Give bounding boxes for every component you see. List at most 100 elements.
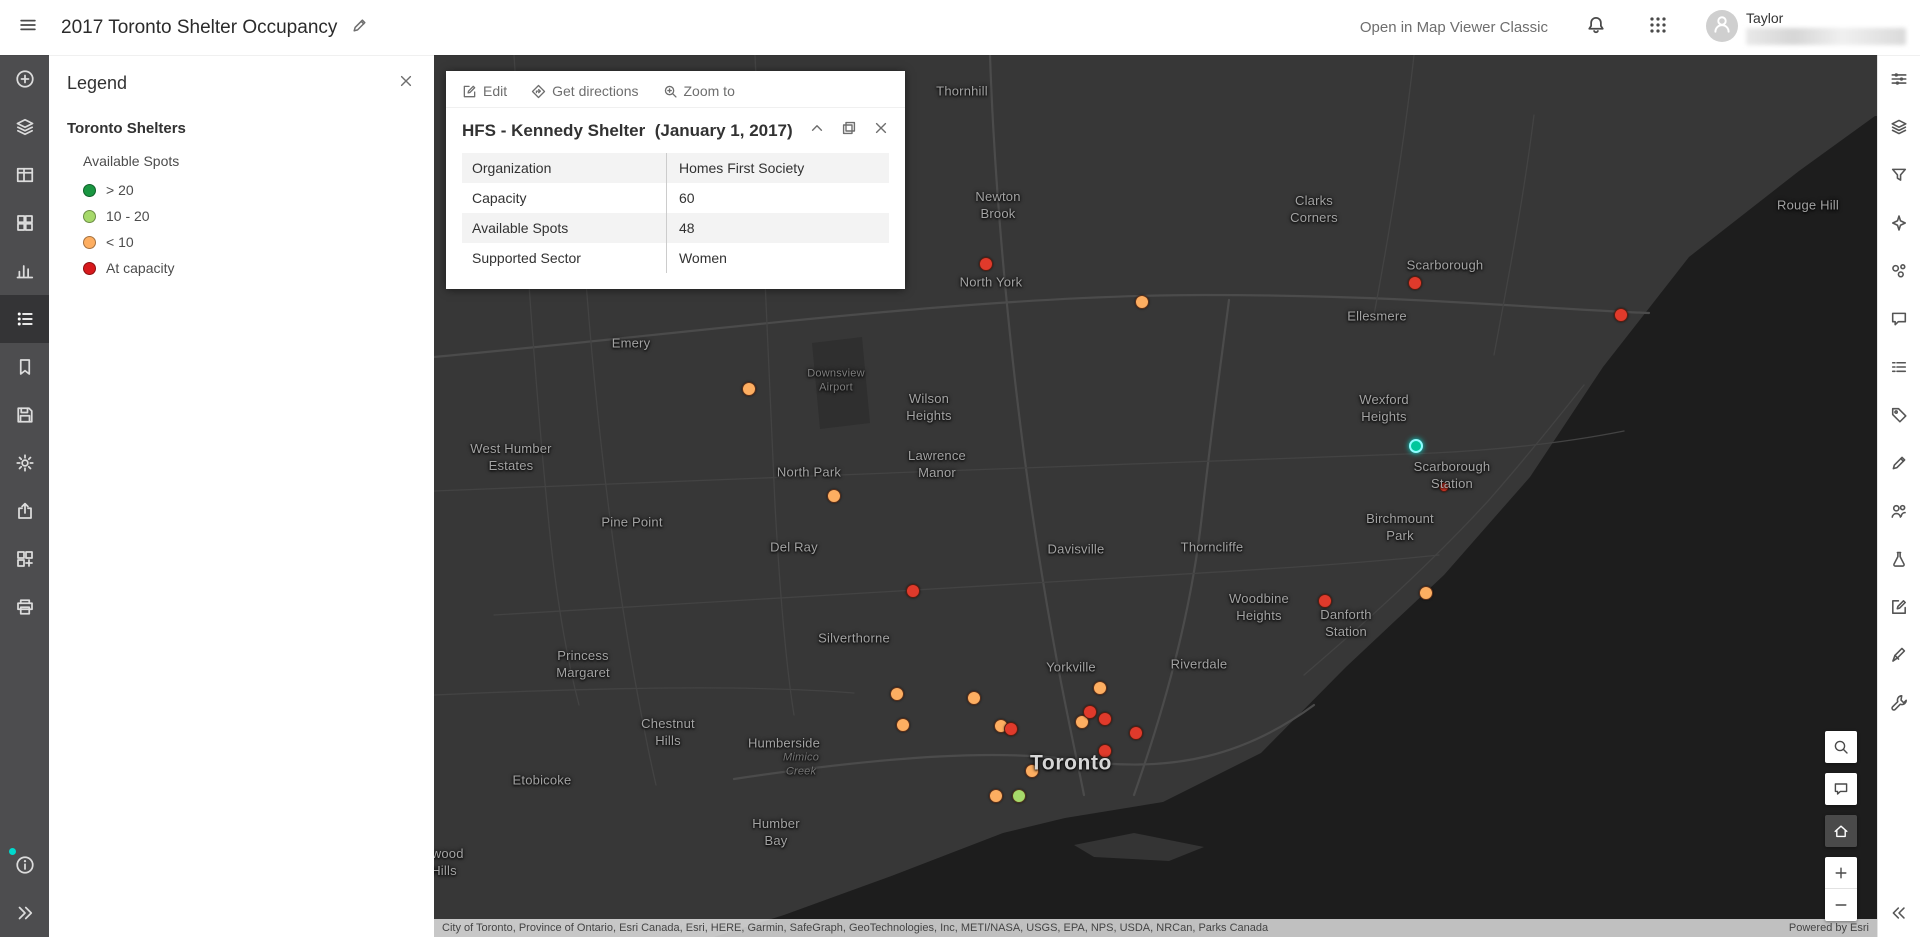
shelter-point-red[interactable]: [906, 584, 920, 598]
sketch-button[interactable]: [1878, 583, 1920, 631]
save-button[interactable]: [0, 391, 49, 439]
close-legend-button[interactable]: [398, 73, 414, 94]
shelter-point-orange[interactable]: [967, 691, 981, 705]
shelter-point-red[interactable]: [1614, 308, 1628, 322]
open-classic-link[interactable]: Open in Map Viewer Classic: [1360, 19, 1548, 36]
edit-button[interactable]: [1878, 439, 1920, 487]
shelter-point-orange[interactable]: [1135, 295, 1149, 309]
shelter-point-selected[interactable]: [1409, 439, 1423, 453]
wrench-icon: [1890, 694, 1908, 712]
layers-button[interactable]: [0, 103, 49, 151]
shelter-point-orange[interactable]: [827, 489, 841, 503]
edit-box-icon: [1890, 598, 1908, 616]
speech-bubble-icon: [1833, 781, 1849, 797]
shelter-point-red[interactable]: [1004, 722, 1018, 736]
share-button[interactable]: [0, 487, 49, 535]
tables-button[interactable]: [0, 151, 49, 199]
popup-actions: Edit Get directions Zoom to: [446, 71, 905, 108]
collapse-settings-button[interactable]: [1878, 889, 1920, 937]
gear-icon: [15, 453, 35, 473]
shelter-point-orange[interactable]: [1093, 681, 1107, 695]
shelter-point-red[interactable]: [1439, 482, 1449, 492]
sharing-button[interactable]: [1878, 487, 1920, 535]
field-value: Homes First Society: [678, 160, 805, 176]
app-launcher-button[interactable]: [1644, 14, 1672, 42]
filter-button[interactable]: [1878, 151, 1920, 199]
popup-field-row: Supported Sector Women: [462, 243, 889, 273]
properties-button[interactable]: [1878, 55, 1920, 103]
collapse-popup-button[interactable]: [809, 120, 825, 141]
shelter-point-orange[interactable]: [1025, 764, 1039, 778]
shelter-point-orange[interactable]: [1419, 586, 1433, 600]
get-directions-button[interactable]: Get directions: [531, 83, 639, 99]
field-value: 60: [678, 190, 695, 206]
map-controls: [1825, 731, 1857, 921]
zoom-out-button[interactable]: [1825, 889, 1857, 921]
plus-circle-icon: [15, 69, 35, 89]
basemap-button[interactable]: [0, 199, 49, 247]
bookmarks-button[interactable]: [0, 343, 49, 391]
charts-button[interactable]: [0, 247, 49, 295]
action-label: Edit: [483, 83, 508, 99]
shelter-point-red[interactable]: [1083, 705, 1097, 719]
shelter-point-orange[interactable]: [890, 687, 904, 701]
annotate-button[interactable]: [1878, 631, 1920, 679]
popup-title: HFS - Kennedy Shelter (January 1, 2017): [462, 120, 793, 140]
default-map-view-button[interactable]: [1825, 815, 1857, 847]
fields-button[interactable]: [1878, 343, 1920, 391]
zoom-to-button[interactable]: Zoom to: [663, 83, 735, 99]
shelter-point-red[interactable]: [1318, 594, 1332, 608]
dock-popup-button[interactable]: [841, 120, 857, 141]
shelter-point-red[interactable]: [1098, 744, 1112, 758]
map-tools-button[interactable]: [1878, 679, 1920, 727]
bookmark-icon: [15, 357, 35, 377]
avatar: [1706, 10, 1738, 42]
feedback-button[interactable]: [1825, 773, 1857, 805]
menu-button[interactable]: [0, 0, 55, 55]
edit-button[interactable]: Edit: [462, 83, 507, 99]
chart-bars-icon: [15, 261, 35, 281]
zoom-in-button[interactable]: [1825, 857, 1857, 889]
close-icon: [873, 120, 889, 141]
close-popup-button[interactable]: [873, 120, 889, 141]
print-button[interactable]: [0, 583, 49, 631]
info-button[interactable]: [0, 841, 49, 889]
legend-button[interactable]: [0, 295, 49, 343]
create-app-button[interactable]: [0, 535, 49, 583]
notifications-button[interactable]: [1582, 14, 1610, 42]
add-button[interactable]: [0, 55, 49, 103]
expand-toolbar-button[interactable]: [0, 889, 49, 937]
shelter-point-red[interactable]: [979, 257, 993, 271]
pencil-icon: [351, 17, 368, 39]
shelter-point-lightgreen[interactable]: [1012, 789, 1026, 803]
app-header: 2017 Toronto Shelter Occupancy Open in M…: [0, 0, 1920, 55]
user-menu[interactable]: Taylor: [1706, 10, 1906, 45]
shelter-point-red[interactable]: [1098, 712, 1112, 726]
user-subtext-redacted: [1746, 28, 1906, 45]
field-name: Supported Sector: [462, 243, 667, 273]
field-name: Available Spots: [462, 213, 667, 243]
legend-label: 10 - 20: [106, 208, 150, 224]
legend-item: At capacity: [49, 255, 434, 281]
shelter-point-red[interactable]: [1408, 276, 1422, 290]
chevron-up-icon: [809, 120, 825, 141]
aggregation-button[interactable]: [1878, 247, 1920, 295]
pop-ups-button[interactable]: [1878, 295, 1920, 343]
shelter-point-orange[interactable]: [989, 789, 1003, 803]
map-properties-button[interactable]: [0, 439, 49, 487]
edit-title-button[interactable]: [351, 17, 368, 39]
pencil-icon: [1890, 454, 1908, 472]
shelter-point-orange[interactable]: [742, 382, 756, 396]
legend-panel: Legend Toronto Shelters Available Spots …: [49, 55, 434, 937]
print-icon: [15, 597, 35, 617]
shelter-point-red[interactable]: [1129, 726, 1143, 740]
edit-box-icon: [462, 84, 477, 99]
map-canvas[interactable]: Thornhill Newton Brook North York Clarks Co…: [434, 55, 1877, 937]
search-button[interactable]: [1825, 731, 1857, 763]
styles-button[interactable]: [1878, 103, 1920, 151]
popup-field-row: Organization Homes First Society: [462, 153, 889, 183]
labels-button[interactable]: [1878, 391, 1920, 439]
analysis-button[interactable]: [1878, 535, 1920, 583]
shelter-point-orange[interactable]: [896, 718, 910, 732]
effects-button[interactable]: [1878, 199, 1920, 247]
